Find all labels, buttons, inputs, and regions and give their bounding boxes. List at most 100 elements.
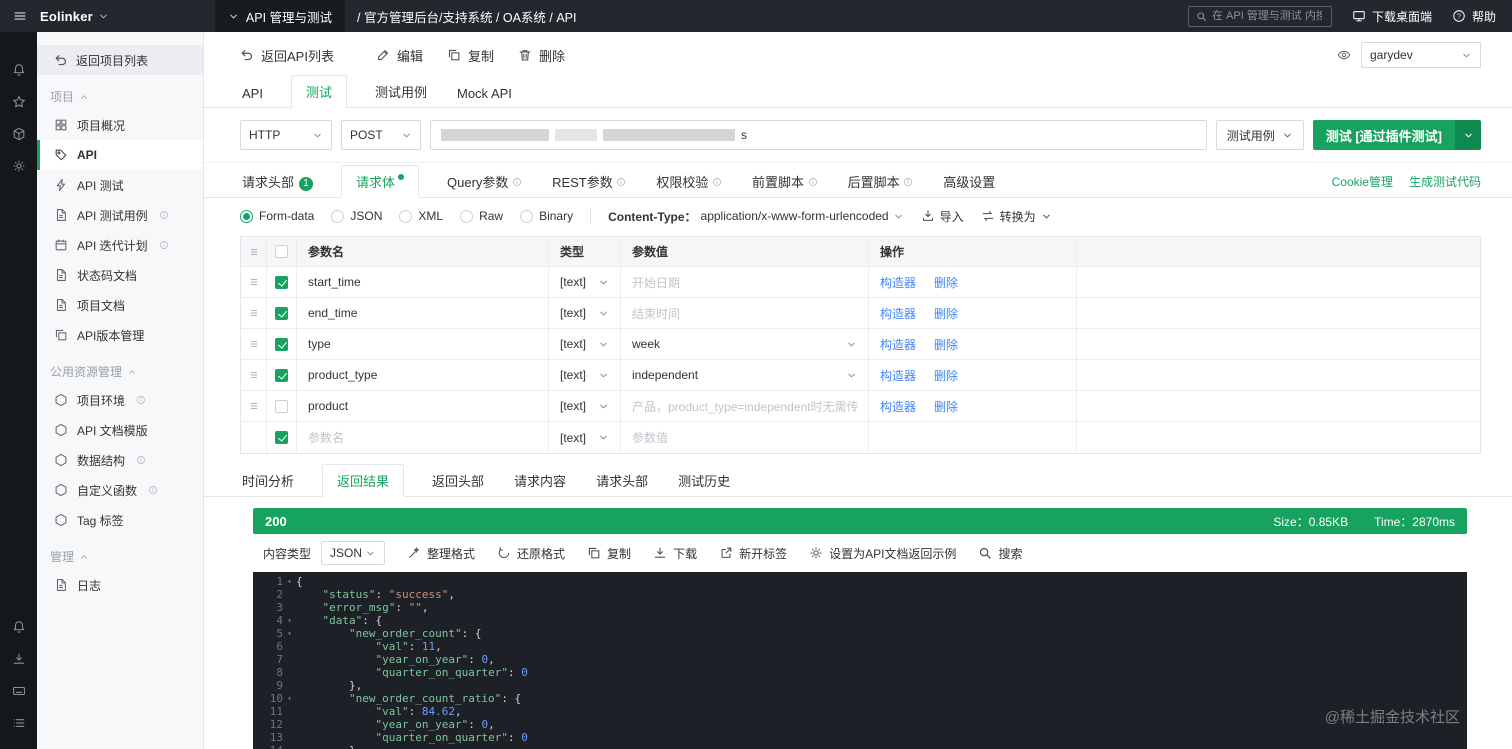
param-value-input[interactable]: 参数值 [621,422,869,453]
param-type-select[interactable]: [text] [549,360,621,390]
builder-link[interactable]: 构造器 [880,305,916,322]
download-response-button[interactable]: 下载 [653,545,697,562]
help-button[interactable]: 帮助 [1452,8,1496,25]
param-value-input[interactable]: 产品，product_type=independent时无需传 [621,391,869,421]
tab-response-result[interactable]: 返回结果 [322,464,405,497]
search-response-button[interactable]: 搜索 [978,545,1022,562]
delete-link[interactable]: 删除 [934,274,958,291]
sidebar-item-project-doc[interactable]: 项目文档 [37,290,203,320]
hamburger-menu-icon[interactable] [13,9,27,23]
radio-json[interactable]: JSON [331,209,382,223]
builder-link[interactable]: 构造器 [880,336,916,353]
drag-handle-icon[interactable] [241,391,267,421]
param-name[interactable]: type [297,329,549,359]
radio-binary[interactable]: Binary [520,209,573,223]
logo-chevron-down-icon[interactable] [98,11,109,22]
inbox-download-icon[interactable] [12,652,26,666]
builder-link[interactable]: 构造器 [880,367,916,384]
sidebar-item-project-env[interactable]: 项目环境 [37,385,203,415]
tab-api[interactable]: API [240,80,265,107]
search-input[interactable] [1211,10,1322,22]
sidebar-item-api-test[interactable]: API 测试 [37,170,203,200]
method-select[interactable]: POST [341,120,421,150]
tab-request-headers[interactable]: 请求头部 [594,465,650,496]
run-test-label[interactable]: 测试 [通过插件测试] [1312,120,1455,150]
param-type-select[interactable]: [text] [549,391,621,421]
sidebar-item-status-code-doc[interactable]: 状态码文档 [37,260,203,290]
format-button[interactable]: 整理格式 [407,545,475,562]
copy-button[interactable]: 复制 [447,46,494,65]
param-name[interactable]: start_time [297,267,549,297]
content-type-select[interactable]: Content-Type： application/x-www-form-url… [608,208,904,225]
param-value-select[interactable]: week [621,329,869,359]
convert-to-button[interactable]: 转换为 [981,208,1052,225]
app-logo[interactable]: Eolinker [40,9,93,24]
sidebar-item-project-overview[interactable]: 项目概况 [37,110,203,140]
param-name[interactable]: product_type [297,360,549,390]
cookie-manager-link[interactable]: Cookie管理 [1332,173,1393,190]
param-value-select[interactable]: independent [621,360,869,390]
select-all-checkbox[interactable] [267,237,297,266]
environment-user-select[interactable]: garydev [1361,42,1481,68]
tab-rest-params[interactable]: REST参数 [550,166,628,197]
param-value-input[interactable]: 结束时间 [621,298,869,328]
param-type-select[interactable]: [text] [549,329,621,359]
keyboard-shortcuts-icon[interactable] [12,684,26,698]
favorites-star-icon[interactable] [12,95,26,109]
tab-mock-api[interactable]: Mock API [455,80,514,107]
open-in-new-tab-button[interactable]: 新开标签 [719,545,787,562]
sidebar-item-api-version[interactable]: API版本管理 [37,320,203,350]
tab-auth[interactable]: 权限校验 [654,166,724,197]
tab-request-headers[interactable]: 请求头部 1 [240,166,315,197]
protocol-select[interactable]: HTTP [240,120,332,150]
restore-format-button[interactable]: 还原格式 [497,545,565,562]
param-name[interactable]: end_time [297,298,549,328]
sidebar-item-api[interactable]: API [37,140,203,170]
tab-test-cases[interactable]: 测试用例 [373,76,429,107]
delete-link[interactable]: 删除 [934,305,958,322]
radio-xml[interactable]: XML [399,209,443,223]
tab-test[interactable]: 测试 [290,75,347,108]
param-name[interactable]: product [297,391,549,421]
section-header-admin[interactable]: 管理 [37,535,203,570]
back-to-api-list-button[interactable]: 返回API列表 [240,46,334,65]
sidebar-item-api-doc-template[interactable]: API 文档模版 [37,415,203,445]
row-checkbox[interactable] [267,329,297,359]
sidebar-item-data-structure[interactable]: 数据结构 [37,445,203,475]
global-search[interactable] [1187,5,1332,27]
param-type-select[interactable]: [text] [549,298,621,328]
row-checkbox[interactable] [267,391,297,421]
import-button[interactable]: 导入 [921,208,964,225]
sidebar-item-logs[interactable]: 日志 [37,570,203,600]
tab-time-analysis[interactable]: 时间分析 [240,465,296,496]
radio-raw[interactable]: Raw [460,209,503,223]
product-tab[interactable]: API 管理与测试 [214,0,346,32]
response-code-editor[interactable]: 1 ▾{2 "status": "success", 3 "error_msg": … [253,572,1467,749]
tab-request-content[interactable]: 请求内容 [512,465,568,496]
edit-button[interactable]: 编辑 [376,46,423,65]
notifications-icon[interactable] [12,63,26,77]
watch-eye-icon[interactable] [1337,48,1351,62]
tab-response-headers[interactable]: 返回头部 [430,465,486,496]
back-to-projects-button[interactable]: 返回项目列表 [37,45,203,75]
drag-handle-icon[interactable] [241,267,267,297]
generate-test-code-link[interactable]: 生成测试代码 [1409,173,1481,190]
section-header-shared-resources[interactable]: 公用资源管理 [37,350,203,385]
sidebar-item-api-test-cases[interactable]: API 测试用例 [37,200,203,230]
param-type-select[interactable]: [text] [549,267,621,297]
request-url-input[interactable]: s [430,120,1207,150]
row-checkbox[interactable] [267,298,297,328]
workspace-cube-icon[interactable] [12,127,26,141]
tab-post-script[interactable]: 后置脚本 [846,166,916,197]
delete-button[interactable]: 删除 [518,46,565,65]
tab-pre-script[interactable]: 前置脚本 [750,166,820,197]
drag-handle-icon[interactable] [241,298,267,328]
drag-handle-icon[interactable] [241,329,267,359]
copy-response-button[interactable]: 复制 [587,545,631,562]
builder-link[interactable]: 构造器 [880,274,916,291]
drag-handle-icon[interactable] [241,360,267,390]
param-type-select[interactable]: [text] [549,422,621,453]
param-value-input[interactable]: 开始日期 [621,267,869,297]
bell-icon[interactable] [12,620,26,634]
row-checkbox[interactable] [267,360,297,390]
